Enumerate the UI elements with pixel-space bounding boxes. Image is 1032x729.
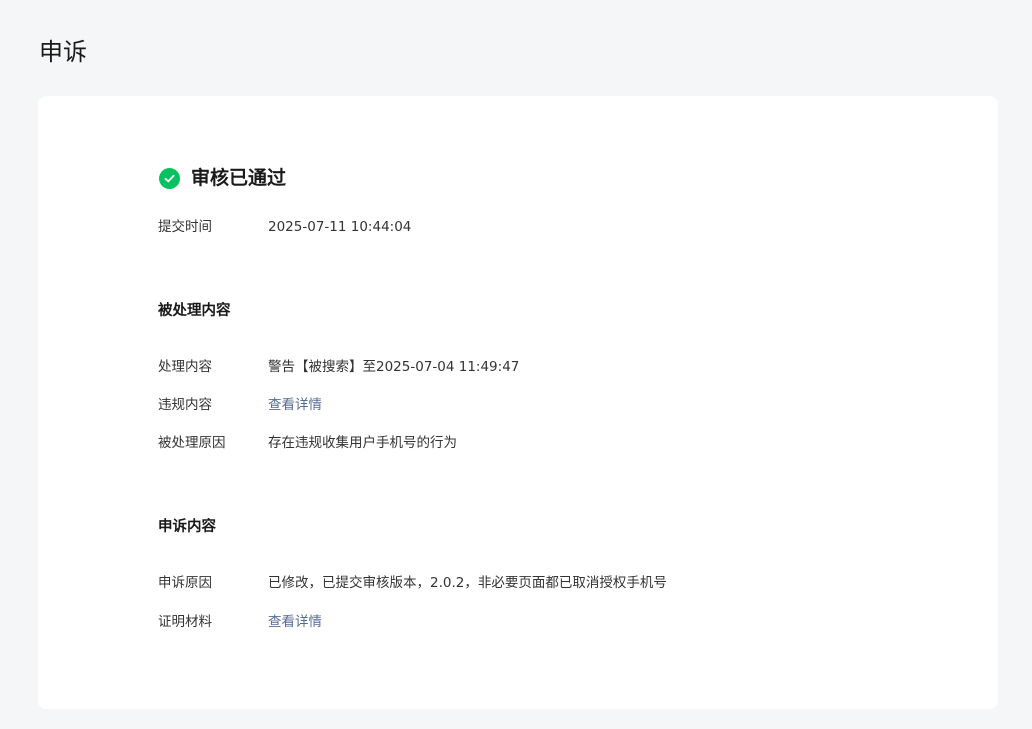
process-reason-row: 被处理原因 存在违规收集用户手机号的行为 bbox=[158, 433, 457, 453]
status-text: 审核已通过 bbox=[191, 167, 287, 189]
processed-section-title: 被处理内容 bbox=[158, 303, 231, 319]
violation-view-details-link[interactable]: 查看详情 bbox=[268, 395, 322, 415]
evidence-label: 证明材料 bbox=[158, 614, 212, 630]
appeal-reason-value: 已修改，已提交审核版本，2.0.2，非必要页面都已取消授权手机号 bbox=[268, 575, 667, 591]
review-status: 审核已通过 bbox=[159, 164, 286, 192]
page-title: 申诉 bbox=[39, 38, 87, 66]
submit-time-label: 提交时间 bbox=[158, 219, 212, 235]
process-content-row: 处理内容 警告【被搜索】至2025-07-04 11:49:47 bbox=[158, 357, 519, 377]
check-circle-icon bbox=[159, 167, 180, 189]
appeal-reason-row: 申诉原因 已修改，已提交审核版本，2.0.2，非必要页面都已取消授权手机号 bbox=[158, 573, 667, 593]
evidence-view-details-link[interactable]: 查看详情 bbox=[268, 612, 322, 632]
violation-content-label: 违规内容 bbox=[158, 397, 212, 413]
process-content-value: 警告【被搜索】至2025-07-04 11:49:47 bbox=[268, 359, 520, 375]
process-reason-value: 存在违规收集用户手机号的行为 bbox=[268, 435, 457, 451]
appeal-reason-label: 申诉原因 bbox=[158, 575, 212, 591]
violation-content-row: 违规内容 查看详情 bbox=[158, 395, 322, 415]
appeal-detail-card: 审核已通过 提交时间 2025-07-11 10:44:04 被处理内容 处理内… bbox=[38, 96, 998, 709]
process-reason-label: 被处理原因 bbox=[158, 435, 226, 451]
submit-time-value: 2025-07-11 10:44:04 bbox=[268, 219, 412, 235]
submit-time-row: 提交时间 2025-07-11 10:44:04 bbox=[158, 217, 411, 237]
process-content-label: 处理内容 bbox=[158, 359, 212, 375]
evidence-row: 证明材料 查看详情 bbox=[158, 612, 322, 632]
appeal-section-title: 申诉内容 bbox=[158, 519, 216, 535]
